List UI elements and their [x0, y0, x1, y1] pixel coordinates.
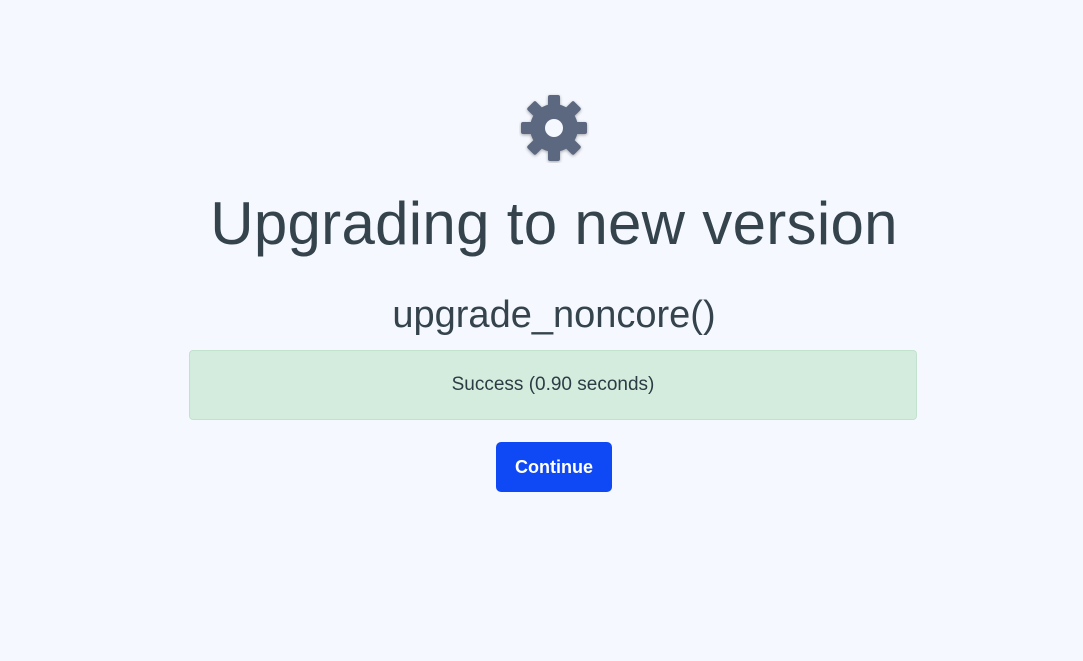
page-title: Upgrading to new version	[210, 190, 898, 257]
continue-button[interactable]: Continue	[496, 442, 612, 492]
upgrade-step-name: upgrade_noncore()	[392, 294, 716, 336]
upgrade-page: Upgrading to new version upgrade_noncore…	[0, 0, 1083, 661]
success-message: Success (0.90 seconds)	[451, 374, 655, 395]
success-alert: Success (0.90 seconds)	[189, 350, 917, 420]
gear-icon	[519, 93, 589, 163]
